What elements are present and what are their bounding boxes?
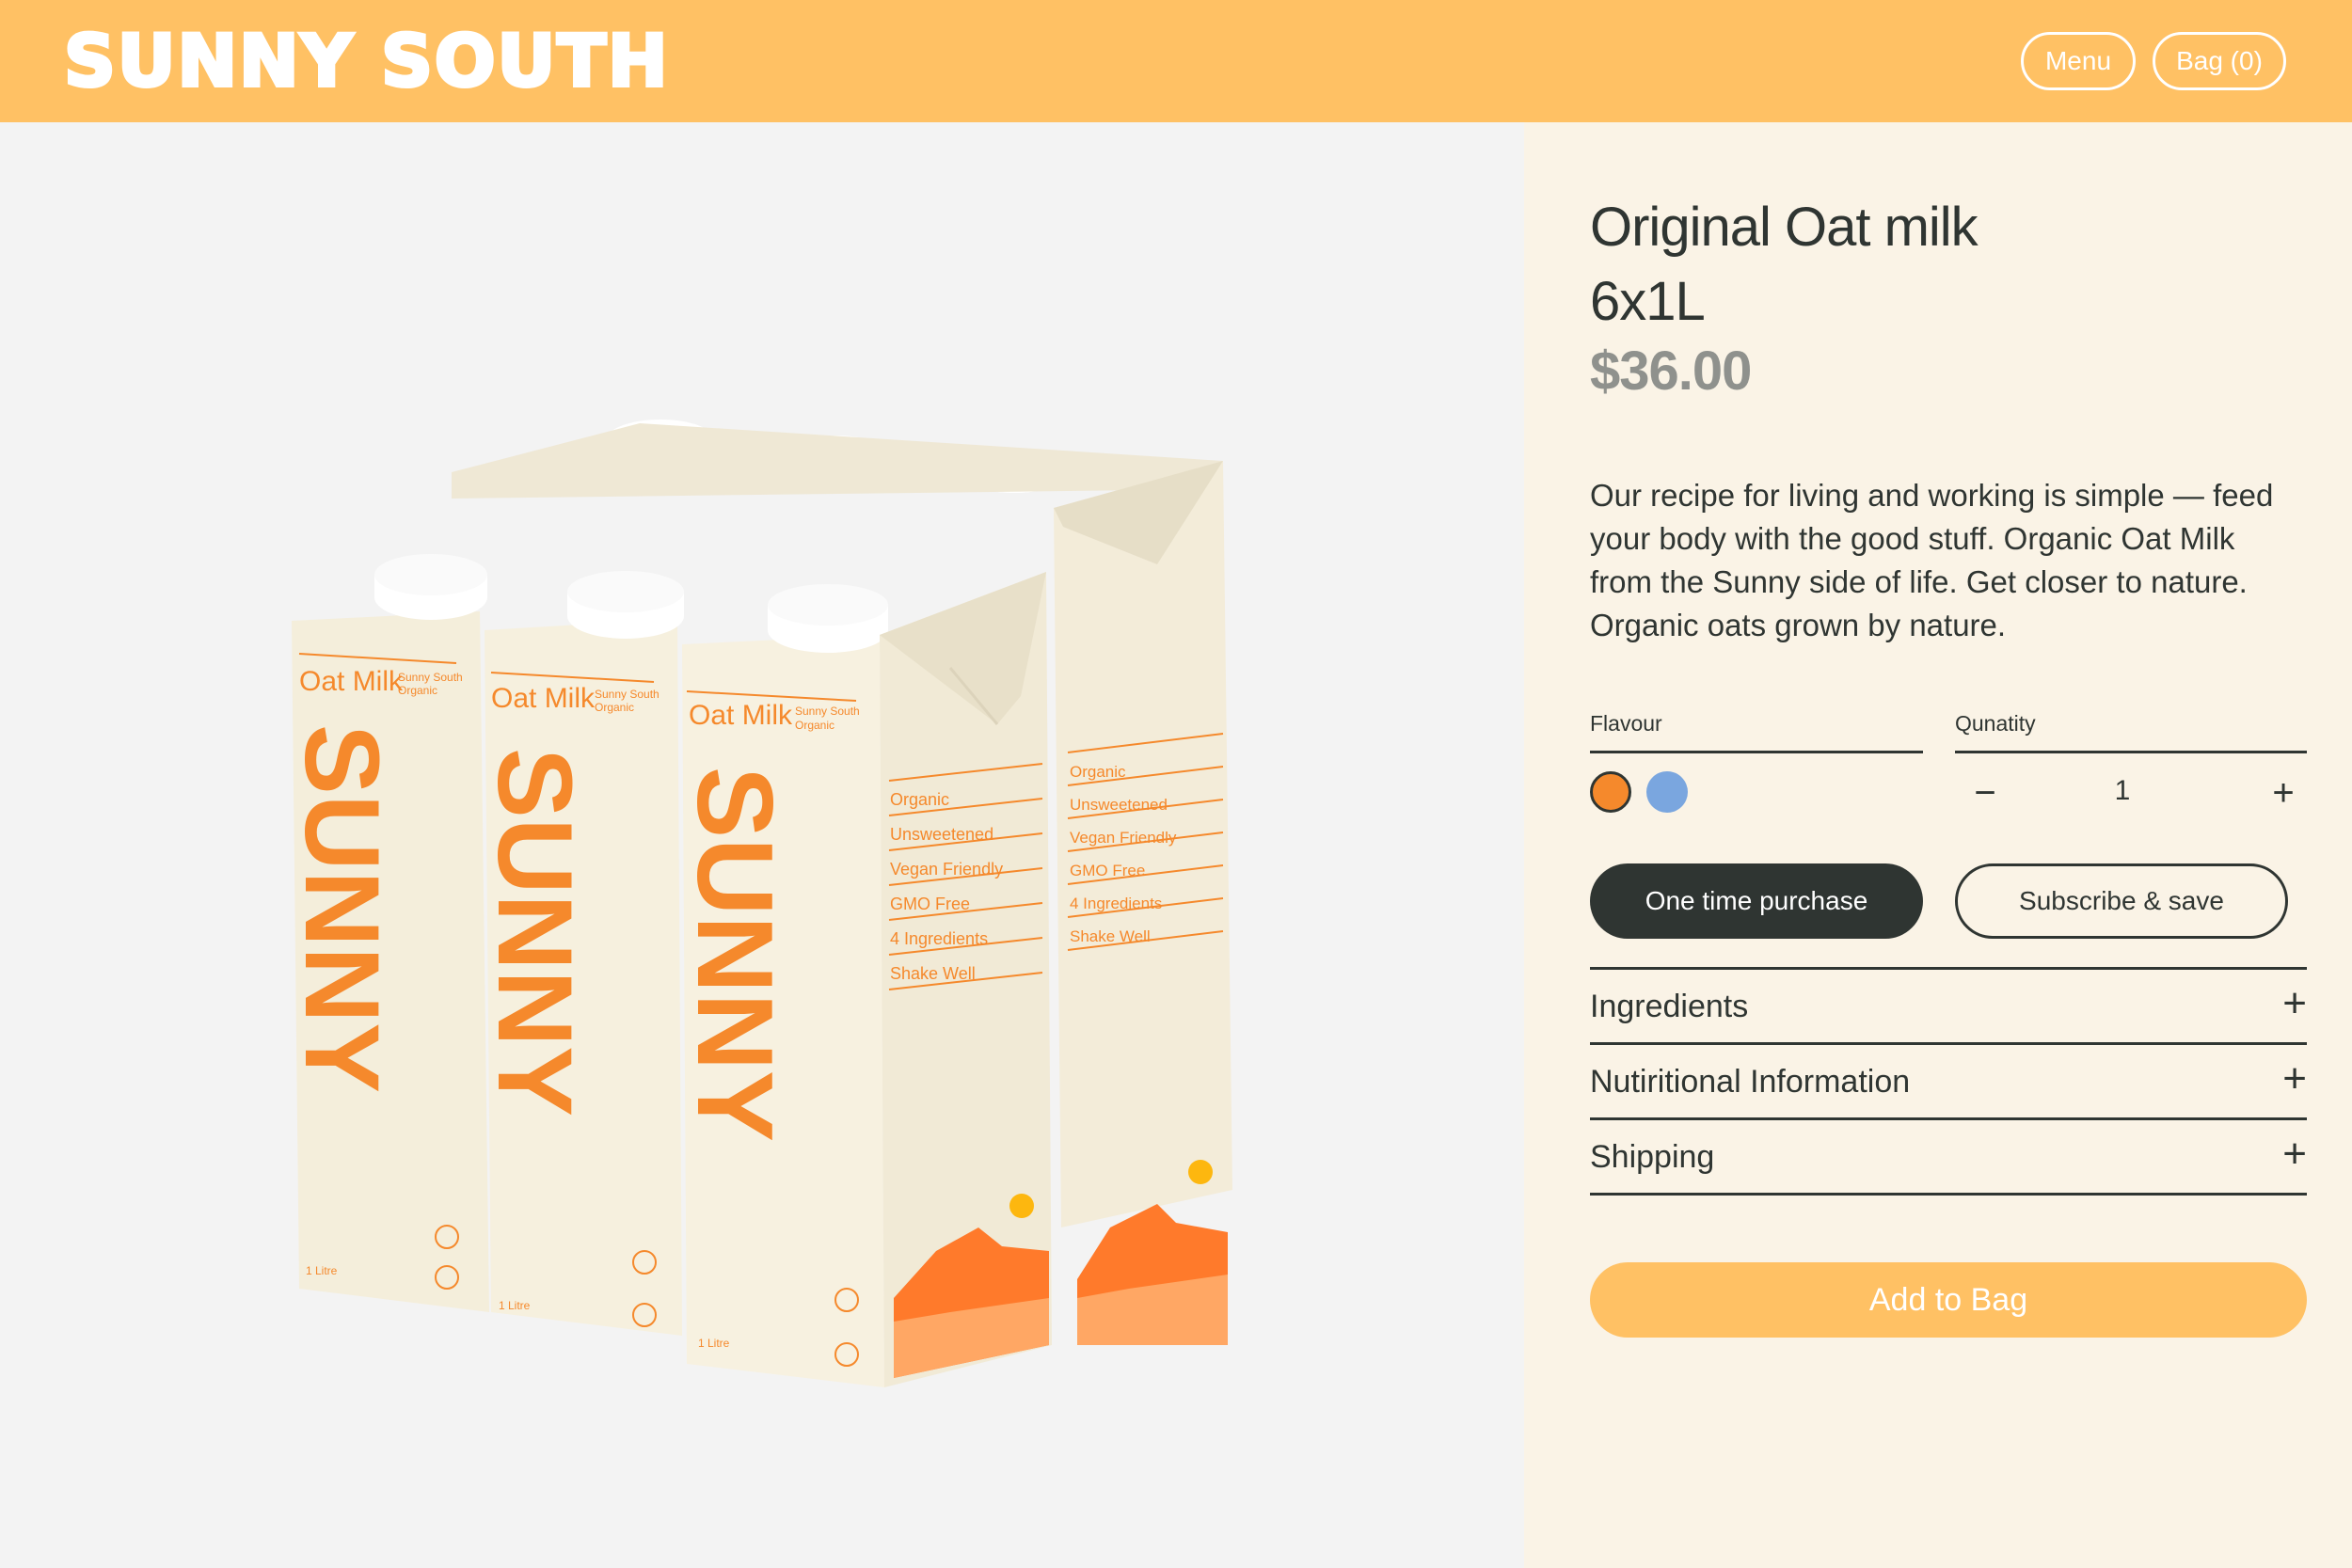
carton-label: Oat Milk xyxy=(491,683,596,714)
flavour-label: Flavour xyxy=(1590,711,1662,736)
product-details-panel: Original Oat milk 6x1L $36.00 Our recipe… xyxy=(1524,122,2352,1568)
flavour-swatch-orange[interactable] xyxy=(1590,771,1631,813)
carton-brand-label: Organic xyxy=(795,719,834,732)
carton-wordmark: SUNNY xyxy=(476,748,594,1117)
carton-brand-label: Organic xyxy=(595,701,634,714)
carton-feature: 4 Ingredients xyxy=(890,929,988,948)
carton-feature: Shake Well xyxy=(1070,927,1151,945)
add-to-bag-button[interactable]: Add to Bag xyxy=(1590,1262,2307,1338)
plus-icon[interactable]: + xyxy=(2282,1133,2307,1175)
accordion-divider xyxy=(1590,1193,2307,1196)
plus-icon[interactable]: + xyxy=(2282,983,2307,1024)
carton-label: Oat Milk xyxy=(689,700,793,731)
site-header: SUNNY SOUTH Menu Bag (0) xyxy=(0,0,2352,122)
quantity-value[interactable]: 1 xyxy=(2094,775,2151,807)
product-title-line: Original Oat milk xyxy=(1590,197,1979,258)
product-size: 6x1L xyxy=(1590,271,1706,332)
carton-feature: Organic xyxy=(1070,763,1126,781)
quantity-divider xyxy=(1955,751,2307,753)
carton-brand-label: Sunny South xyxy=(398,671,463,684)
carton-label: Oat Milk xyxy=(299,666,404,697)
carton-feature: Vegan Friendly xyxy=(890,860,1003,879)
carton-brand-label: Sunny South xyxy=(595,688,660,701)
bag-button[interactable]: Bag (0) xyxy=(2153,32,2286,90)
carton-feature: Shake Well xyxy=(890,964,976,983)
accordion-label: Ingredients xyxy=(1590,989,1749,1024)
carton-wordmark: SUNNY xyxy=(675,767,794,1142)
product-gallery: Organic Unsweetened Vegan Friendly GMO F… xyxy=(0,122,1524,1568)
accordion-label: Nutiritional Information xyxy=(1590,1064,1911,1100)
oat-milk-cartons-image: Organic Unsweetened Vegan Friendly GMO F… xyxy=(283,420,1232,1387)
product-description: Our recipe for living and working is sim… xyxy=(1590,478,2274,642)
quantity-decrement-button[interactable]: − xyxy=(1962,769,2009,816)
carton-feature: GMO Free xyxy=(1070,862,1145,879)
carton-wordmark: SUNNY xyxy=(283,724,401,1093)
carton-feature: 4 Ingredients xyxy=(1070,895,1162,912)
carton-brand-label: Organic xyxy=(398,684,437,697)
accordion-shipping[interactable]: Shipping + xyxy=(1590,1117,2307,1193)
carton-feature: Organic xyxy=(890,790,949,809)
one-time-purchase-button[interactable]: One time purchase xyxy=(1590,863,1923,939)
product-price: $36.00 xyxy=(1590,341,1752,402)
menu-button[interactable]: Menu xyxy=(2021,32,2136,90)
carton-feature: Unsweetened xyxy=(1070,796,1168,814)
subscribe-save-button[interactable]: Subscribe & save xyxy=(1955,863,2288,939)
carton-volume: 1 Litre xyxy=(499,1299,531,1312)
flavour-divider xyxy=(1590,751,1923,753)
carton-volume: 1 Litre xyxy=(306,1264,338,1277)
carton-feature: Vegan Friendly xyxy=(1070,829,1177,847)
plus-icon[interactable]: + xyxy=(2282,1058,2307,1100)
carton-volume: 1 Litre xyxy=(698,1337,730,1350)
accordion-ingredients[interactable]: Ingredients + xyxy=(1590,967,2307,1042)
quantity-label: Qunatity xyxy=(1955,711,2036,736)
flavour-swatch-blue[interactable] xyxy=(1646,771,1688,813)
carton-feature: GMO Free xyxy=(890,895,970,913)
accordion-label: Shipping xyxy=(1590,1139,1715,1175)
carton-feature: Unsweetened xyxy=(890,825,993,844)
quantity-increment-button[interactable]: + xyxy=(2260,769,2307,816)
accordion-nutritional-information[interactable]: Nutiritional Information + xyxy=(1590,1042,2307,1117)
carton-brand-label: Sunny South xyxy=(795,705,860,718)
product-title: Original Oat milk 6x1L xyxy=(1590,190,2305,339)
brand-logo[interactable]: SUNNY SOUTH xyxy=(62,21,670,102)
